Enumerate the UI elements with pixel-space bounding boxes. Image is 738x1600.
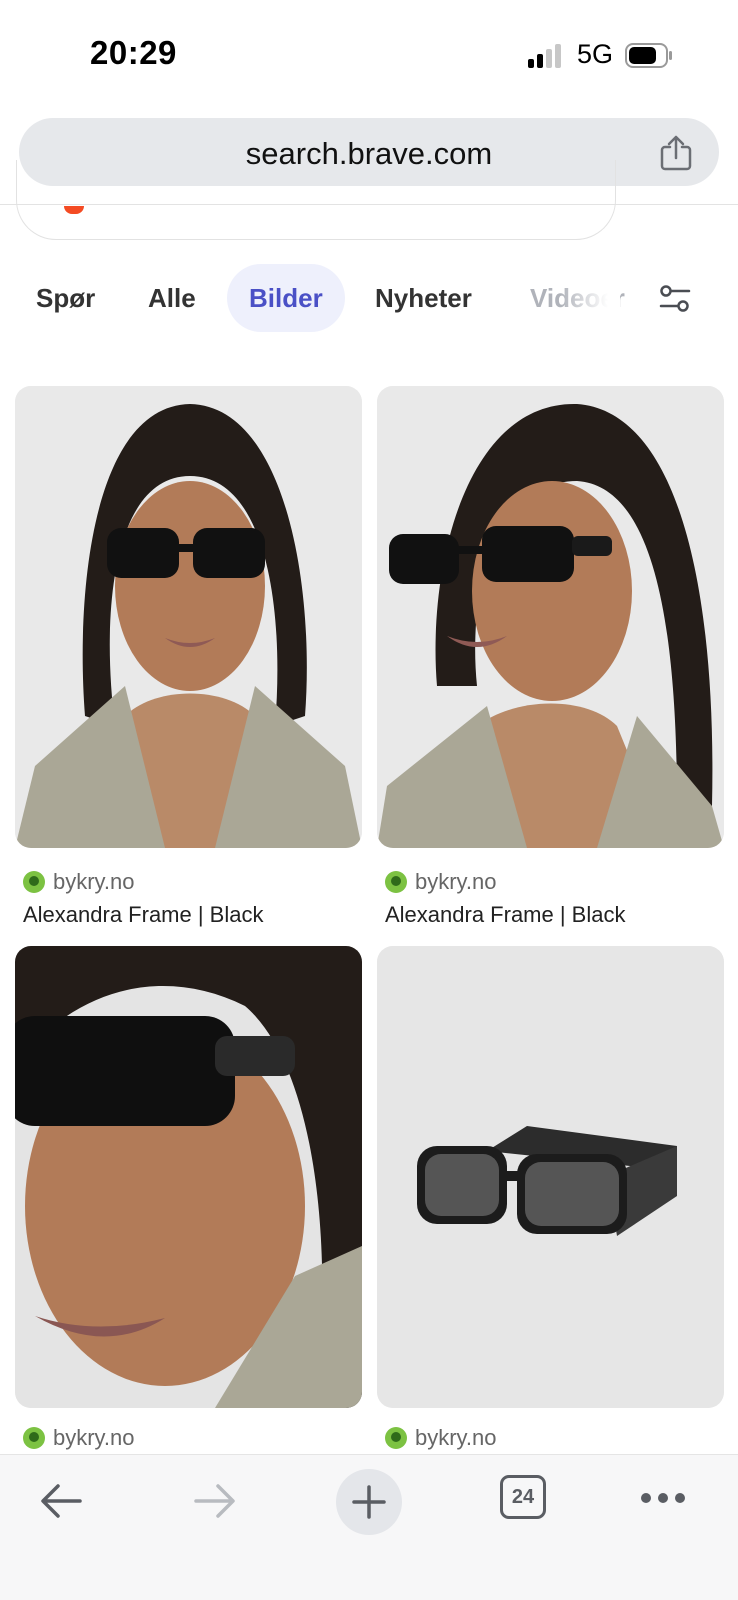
product-photo bbox=[377, 946, 724, 1408]
tab-news[interactable]: Nyheter bbox=[353, 264, 494, 332]
result-title[interactable]: Alexandra Frame | Black bbox=[385, 902, 625, 928]
new-tab-button[interactable] bbox=[336, 1469, 402, 1535]
result-source[interactable]: bykry.no bbox=[23, 1424, 135, 1452]
source-domain: bykry.no bbox=[53, 1425, 135, 1450]
source-domain: bykry.no bbox=[53, 869, 135, 894]
tab-switcher-icon[interactable]: 24 bbox=[500, 1475, 546, 1519]
site-favicon-icon bbox=[23, 871, 45, 893]
source-domain: bykry.no bbox=[415, 869, 497, 894]
arrow-right-icon[interactable] bbox=[192, 1481, 238, 1521]
site-favicon-icon bbox=[385, 871, 407, 893]
arrow-left-icon[interactable] bbox=[38, 1481, 84, 1521]
signal-icon bbox=[528, 44, 564, 68]
filter-icon[interactable] bbox=[658, 282, 692, 316]
source-domain: bykry.no bbox=[415, 1425, 497, 1450]
site-favicon-icon bbox=[23, 1427, 45, 1449]
result-image[interactable] bbox=[15, 946, 362, 1408]
status-time: 20:29 bbox=[90, 34, 177, 71]
result-source[interactable]: bykry.no bbox=[385, 868, 497, 896]
model-photo bbox=[15, 946, 362, 1408]
image-result[interactable]: bykry.no Alexandra Frame | Black bbox=[377, 386, 724, 931]
more-dots-icon[interactable] bbox=[640, 1491, 686, 1505]
search-tabs: Spør Alle Bilder Nyheter Videoer bbox=[0, 264, 738, 334]
result-image[interactable] bbox=[15, 386, 362, 848]
battery-icon bbox=[625, 43, 672, 68]
image-result[interactable]: bykry.no Alexandra Frame | Black bbox=[15, 386, 362, 931]
tab-all[interactable]: Alle bbox=[126, 264, 218, 332]
image-result[interactable]: bykry.no bbox=[377, 946, 724, 1450]
result-title[interactable]: Alexandra Frame | Black bbox=[23, 902, 263, 928]
image-result[interactable]: bykry.no bbox=[15, 946, 362, 1450]
result-source[interactable]: bykry.no bbox=[385, 1424, 497, 1452]
result-image[interactable] bbox=[377, 386, 724, 848]
site-favicon-icon bbox=[385, 1427, 407, 1449]
share-icon[interactable] bbox=[659, 135, 693, 171]
tab-images[interactable]: Bilder bbox=[227, 264, 345, 332]
tab-fade-overlay bbox=[560, 264, 620, 332]
tab-ask[interactable]: Spør bbox=[14, 264, 117, 332]
search-box[interactable] bbox=[16, 160, 616, 240]
model-photo bbox=[15, 386, 362, 848]
result-image[interactable] bbox=[377, 946, 724, 1408]
plus-icon bbox=[352, 1485, 386, 1519]
status-bar: 20:29 5G bbox=[0, 0, 738, 110]
bottom-toolbar: 24 bbox=[0, 1454, 738, 1600]
model-photo bbox=[377, 386, 724, 848]
network-type: 5G bbox=[577, 39, 614, 69]
result-source[interactable]: bykry.no bbox=[23, 868, 135, 896]
